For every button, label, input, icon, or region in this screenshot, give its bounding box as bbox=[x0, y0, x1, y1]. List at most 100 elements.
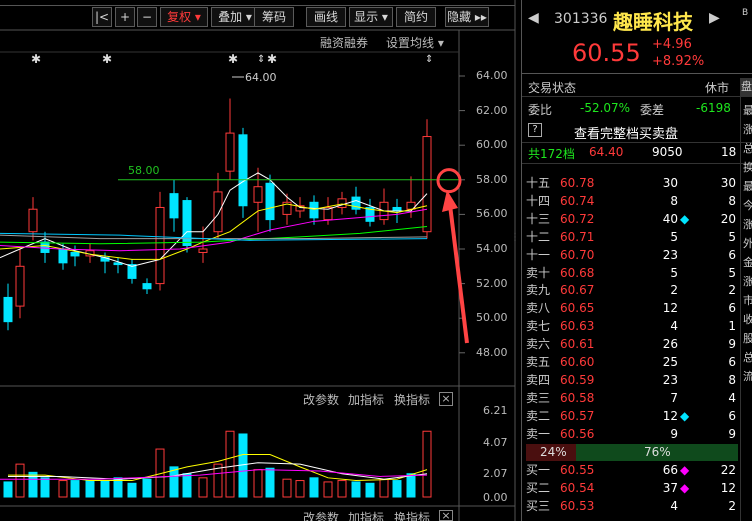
order-level-cnt: 8 bbox=[728, 372, 736, 387]
order-level-row[interactable]: 买三 60.53 4 2 bbox=[526, 497, 752, 515]
order-level-vol: 5 bbox=[670, 265, 678, 280]
order-level-price: 60.68 bbox=[560, 265, 595, 280]
order-level-cnt: 9 bbox=[728, 426, 736, 441]
order-level-label: 卖二 bbox=[526, 408, 551, 423]
order-level-vol: 7 bbox=[670, 390, 678, 405]
edit-params-button[interactable]: 改参数 bbox=[303, 391, 339, 408]
volume-bar bbox=[3, 481, 13, 498]
order-level-row[interactable]: 十四 60.74 8 8 bbox=[526, 192, 752, 210]
switch-indicator-button[interactable]: 换指标 bbox=[394, 391, 430, 408]
order-level-label: 卖六 bbox=[526, 337, 551, 352]
order-level-row[interactable]: 十二 60.71 5 5 bbox=[526, 228, 752, 246]
order-ratio-value: -52.07% bbox=[580, 101, 631, 115]
order-level-row[interactable]: 十三 60.72 40 ◆ 20 bbox=[526, 210, 752, 228]
full-book-link[interactable]: 查看完整档买卖盘 bbox=[574, 123, 678, 142]
price-change-pct: +8.92% bbox=[652, 54, 705, 69]
candle-body bbox=[309, 201, 319, 219]
order-level-label: 卖三 bbox=[526, 390, 551, 405]
draw-line-button[interactable]: 画线 bbox=[306, 7, 346, 27]
prev-stock-icon[interactable]: ◀ bbox=[528, 10, 539, 26]
annotation-circle bbox=[436, 168, 462, 194]
order-level-row[interactable]: 卖一 60.56 9 9 bbox=[526, 425, 752, 443]
order-level-row[interactable]: 买一 60.55 66 ◆ 22 bbox=[526, 461, 752, 479]
adjust-rights-button[interactable]: 复权 ▾ bbox=[160, 7, 208, 27]
order-level-row[interactable]: 卖七 60.63 4 1 bbox=[526, 317, 752, 335]
candle-body bbox=[225, 132, 235, 172]
side-label: 换 bbox=[743, 161, 752, 174]
order-level-price: 60.74 bbox=[560, 193, 595, 208]
stock-code: 301336 bbox=[554, 11, 608, 27]
order-level-vol: 8 bbox=[670, 193, 678, 208]
side-label: 涨 bbox=[743, 123, 752, 136]
order-level-row[interactable]: 卖二 60.57 12 ◆ 6 bbox=[526, 407, 752, 425]
stock-name: 趣睡科技 bbox=[613, 10, 693, 34]
order-level-cnt: 20 bbox=[720, 211, 736, 226]
order-level-row[interactable]: 卖五 60.60 25 6 bbox=[526, 353, 752, 371]
event-marker-icon: ✱ bbox=[267, 52, 277, 66]
order-level-row[interactable]: 卖三 60.58 7 4 bbox=[526, 389, 752, 407]
event-marker-icon: ✱ bbox=[228, 52, 238, 66]
volume-bar bbox=[365, 482, 375, 498]
order-level-cnt: 6 bbox=[728, 301, 736, 316]
add-indicator-button[interactable]: 加指标 bbox=[348, 391, 384, 408]
order-level-price: 60.57 bbox=[560, 408, 595, 423]
order-level-row[interactable]: 卖十 60.68 5 5 bbox=[526, 264, 752, 282]
order-level-vol: 23 bbox=[662, 247, 678, 262]
order-level-row[interactable]: 买二 60.54 37 ◆ 12 bbox=[526, 479, 752, 497]
order-level-row[interactable]: 十一 60.70 23 6 bbox=[526, 246, 752, 264]
price-change: +4.96 bbox=[652, 37, 692, 52]
order-level-vol: 9 bbox=[670, 426, 678, 441]
volume-bar bbox=[58, 480, 68, 498]
order-level-price: 60.55 bbox=[560, 463, 595, 477]
stock-terminal: { "toolbar": { "buttons": [ {"name":"tog… bbox=[0, 0, 752, 521]
order-level-price: 60.72 bbox=[560, 211, 595, 226]
volume-bar bbox=[198, 477, 208, 498]
side-tab[interactable]: 盘 bbox=[740, 78, 752, 96]
help-icon[interactable]: ? bbox=[528, 123, 542, 137]
price-tick: 60.00 bbox=[476, 138, 508, 152]
toggle-toolbar-button[interactable]: |< bbox=[92, 7, 112, 27]
ratio-bar: 24% 76% bbox=[526, 444, 738, 461]
order-level-row[interactable]: 卖六 60.61 26 9 bbox=[526, 335, 752, 353]
margin-trading-link[interactable]: 融资融券 bbox=[320, 34, 368, 51]
order-level-row[interactable]: 十五 60.78 30 30 bbox=[526, 174, 752, 192]
overlay-button[interactable]: 叠加 ▾ bbox=[211, 7, 259, 27]
order-level-mark: ◆ bbox=[680, 481, 690, 495]
candle-body bbox=[142, 283, 152, 290]
order-level-cnt: 5 bbox=[728, 265, 736, 280]
chips-button[interactable]: 筹码 bbox=[254, 7, 294, 27]
zoom-in-button[interactable]: + bbox=[115, 7, 135, 27]
simple-button[interactable]: 简约 bbox=[396, 7, 436, 27]
close-panel-icon-2[interactable]: × bbox=[439, 510, 453, 521]
display-button[interactable]: 显示 ▾ bbox=[349, 7, 393, 27]
sell-ratio: 24% bbox=[540, 445, 567, 459]
order-level-label: 十四 bbox=[526, 193, 551, 208]
price-tick: 50.00 bbox=[476, 311, 508, 325]
switch-indicator-button-2[interactable]: 换指标 bbox=[394, 509, 430, 521]
candle-body bbox=[58, 248, 68, 264]
price-tick: 58.00 bbox=[476, 172, 508, 186]
hide-button[interactable]: 隐藏 ▸▸ bbox=[445, 7, 489, 27]
order-level-row[interactable]: 卖四 60.59 23 8 bbox=[526, 371, 752, 389]
add-indicator-button-2[interactable]: 加指标 bbox=[348, 509, 384, 521]
order-level-cnt: 4 bbox=[728, 390, 736, 405]
zoom-out-button[interactable]: − bbox=[137, 7, 157, 27]
next-stock-icon[interactable]: ▶ bbox=[709, 10, 720, 26]
close-panel-icon[interactable]: × bbox=[439, 392, 453, 406]
order-level-label: 卖九 bbox=[526, 283, 551, 298]
volume-bar bbox=[265, 467, 275, 498]
volume-bar bbox=[100, 480, 110, 498]
order-level-cnt: 1 bbox=[728, 319, 736, 334]
order-level-vol: 30 bbox=[662, 176, 678, 190]
ma-settings-button[interactable]: 设置均线 ▾ bbox=[386, 34, 444, 51]
candle-body bbox=[265, 182, 275, 221]
order-level-label: 卖五 bbox=[526, 355, 551, 369]
edit-params-button-2[interactable]: 改参数 bbox=[303, 509, 339, 521]
toolbar-left-fragment bbox=[0, 0, 515, 6]
order-level-row[interactable]: 卖九 60.67 2 2 bbox=[526, 281, 752, 299]
order-level-price: 60.60 bbox=[560, 355, 595, 369]
order-level-row[interactable]: 卖八 60.65 12 6 bbox=[526, 299, 752, 317]
price-tick: 48.00 bbox=[476, 345, 508, 359]
price-tick: 52.00 bbox=[476, 276, 508, 290]
order-level-price: 60.78 bbox=[560, 176, 595, 190]
